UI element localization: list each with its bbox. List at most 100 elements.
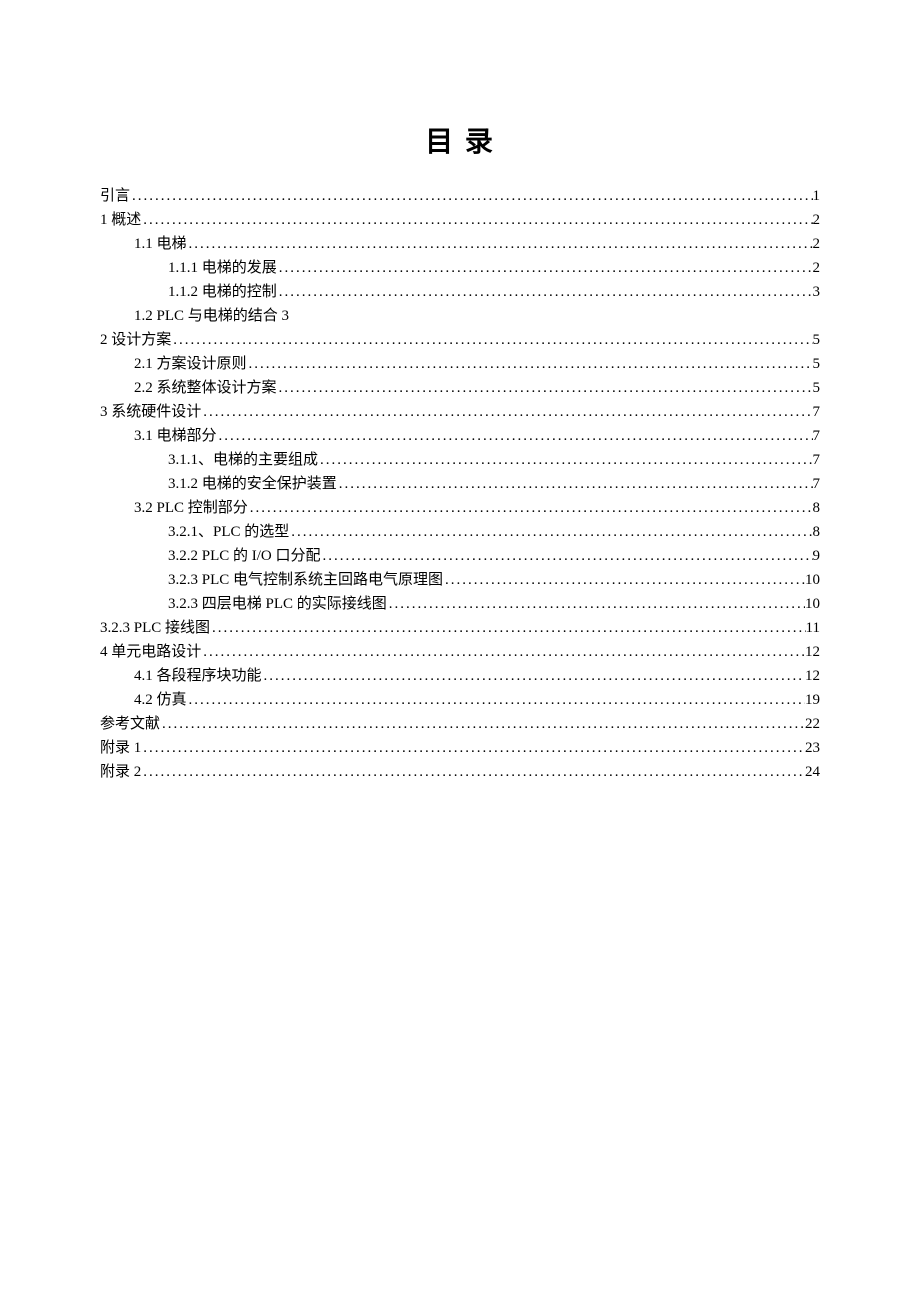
toc-entry-page: 2: [813, 232, 821, 256]
toc-entry-leader: [247, 352, 813, 376]
toc-entry-label: 3 系统硬件设计: [100, 400, 201, 424]
toc-entry-leader: [141, 736, 805, 760]
toc-entry-page: 23: [805, 736, 820, 760]
toc-entry-page: 2: [813, 208, 821, 232]
toc-entry: 3.2.1、PLC 的选型 8: [100, 520, 820, 544]
toc-entry-label: 1.1.1 电梯的发展: [168, 256, 277, 280]
toc-entry-leader: [443, 568, 805, 592]
toc-entry-leader: [160, 712, 805, 736]
toc-entry-label: 4 单元电路设计: [100, 640, 201, 664]
toc-entry-leader: [277, 256, 813, 280]
toc-entry: 2.2 系统整体设计方案 5: [100, 376, 820, 400]
toc-entry: 2.1 方案设计原则 5: [100, 352, 820, 376]
toc-entry: 3.2.3 PLC 接线图 11: [100, 616, 820, 640]
toc-entry-label: 参考文献: [100, 712, 160, 736]
toc-entry-leader: [277, 376, 813, 400]
toc-entry-label: 4.1 各段程序块功能: [134, 664, 262, 688]
toc-entry-label: 3.2.3 四层电梯 PLC 的实际接线图: [168, 592, 387, 616]
toc-entry: 1.1.2 电梯的控制 3: [100, 280, 820, 304]
toc-entry-label: 2.1 方案设计原则: [134, 352, 247, 376]
toc-entry: 2 设计方案 5: [100, 328, 820, 352]
toc-entry-label: 3.2 PLC 控制部分: [134, 496, 248, 520]
toc-entry-label: 2 设计方案: [100, 328, 171, 352]
toc-entry-label: 附录 1: [100, 736, 141, 760]
toc-entry-leader: [321, 544, 813, 568]
toc-entry-page: 5: [813, 376, 821, 400]
toc-entry-leader: [187, 232, 813, 256]
toc-entry-leader: [277, 280, 813, 304]
toc-entry: 4.2 仿真 19: [100, 688, 820, 712]
toc-entry-page: 7: [813, 400, 821, 424]
toc-entry-page: 2: [813, 256, 821, 280]
toc-entry-leader: [201, 640, 805, 664]
toc-entry-page: 7: [813, 448, 821, 472]
toc-entry-label: 1.1.2 电梯的控制: [168, 280, 277, 304]
toc-entry-page: 5: [813, 352, 821, 376]
toc-entry-leader: [248, 496, 813, 520]
toc-entry-page: 5: [813, 328, 821, 352]
toc-entry: 3.2.3 PLC 电气控制系统主回路电气原理图 10: [100, 568, 820, 592]
toc-entry-label: 1 概述: [100, 208, 141, 232]
toc-entry: 引言 1: [100, 184, 820, 208]
toc-entry: 4 单元电路设计 12: [100, 640, 820, 664]
toc-entry-page: 10: [805, 592, 820, 616]
toc-entry-leader: [187, 688, 805, 712]
toc-entry-leader: [262, 664, 805, 688]
toc-entry-label: 3.1 电梯部分: [134, 424, 217, 448]
toc-entry-leader: [210, 616, 806, 640]
toc-entry-leader: [318, 448, 812, 472]
toc-entry-page: 9: [813, 544, 821, 568]
toc-entry-label: 3.2.3 PLC 电气控制系统主回路电气原理图: [168, 568, 443, 592]
toc-entry-page: 24: [805, 760, 820, 784]
toc-entry: 1.1 电梯 2: [100, 232, 820, 256]
toc-entry-label: 3.2.1、PLC 的选型: [168, 520, 289, 544]
toc-entry-page: 7: [813, 472, 821, 496]
toc-entry-page: 10: [805, 568, 820, 592]
toc-entry-leader: [387, 592, 805, 616]
toc-entry-label: 1.1 电梯: [134, 232, 187, 256]
toc-entry-leader: [171, 328, 812, 352]
toc-entry: 4.1 各段程序块功能 12: [100, 664, 820, 688]
toc-entry: 3.2.3 四层电梯 PLC 的实际接线图 10: [100, 592, 820, 616]
toc-entry-leader: [141, 208, 812, 232]
toc-entry-label: 附录 2: [100, 760, 141, 784]
toc-entry: 1 概述 2: [100, 208, 820, 232]
toc-container: 引言11 概述21.1 电梯21.1.1 电梯的发展21.1.2 电梯的控制31…: [100, 184, 820, 784]
toc-entry: 3.1.2 电梯的安全保护装置 7: [100, 472, 820, 496]
toc-entry-label: 2.2 系统整体设计方案: [134, 376, 277, 400]
toc-entry: 附录 1 23: [100, 736, 820, 760]
toc-entry-leader: [337, 472, 813, 496]
toc-entry: 3.1.1、电梯的主要组成 7: [100, 448, 820, 472]
toc-entry: 3.2 PLC 控制部分 8: [100, 496, 820, 520]
toc-entry-page: 12: [805, 664, 820, 688]
toc-entry-page: 7: [813, 424, 821, 448]
toc-entry-page: 12: [805, 640, 820, 664]
toc-entry-page: 11: [806, 616, 820, 640]
toc-entry-label: 引言: [100, 184, 130, 208]
toc-entry: 参考文献 22: [100, 712, 820, 736]
toc-entry-label: 3.1.1、电梯的主要组成: [168, 448, 318, 472]
toc-entry-page: 1: [813, 184, 821, 208]
toc-entry: 3 系统硬件设计 7: [100, 400, 820, 424]
toc-entry-label: 3.1.2 电梯的安全保护装置: [168, 472, 337, 496]
toc-entry-leader: [130, 184, 812, 208]
toc-title: 目 录: [100, 120, 820, 160]
toc-entry: 3.2.2 PLC 的 I/O 口分配 9: [100, 544, 820, 568]
toc-entry: 3.1 电梯部分 7: [100, 424, 820, 448]
toc-entry-label: 4.2 仿真: [134, 688, 187, 712]
toc-entry-leader: [141, 760, 805, 784]
toc-entry-label: 1.2 PLC 与电梯的结合 3: [134, 304, 289, 328]
toc-entry-page: 8: [813, 496, 821, 520]
toc-entry-leader: [217, 424, 813, 448]
toc-entry-label: 3.2.2 PLC 的 I/O 口分配: [168, 544, 321, 568]
toc-entry: 附录 2 24: [100, 760, 820, 784]
toc-entry-label: 3.2.3 PLC 接线图: [100, 616, 210, 640]
toc-entry-page: 19: [805, 688, 820, 712]
toc-entry-leader: [201, 400, 812, 424]
toc-entry-page: 22: [805, 712, 820, 736]
toc-entry-page: 3: [813, 280, 821, 304]
toc-entry-leader: [289, 520, 812, 544]
toc-entry-page: 8: [813, 520, 821, 544]
toc-entry: 1.1.1 电梯的发展 2: [100, 256, 820, 280]
toc-entry: 1.2 PLC 与电梯的结合 3: [100, 304, 820, 328]
